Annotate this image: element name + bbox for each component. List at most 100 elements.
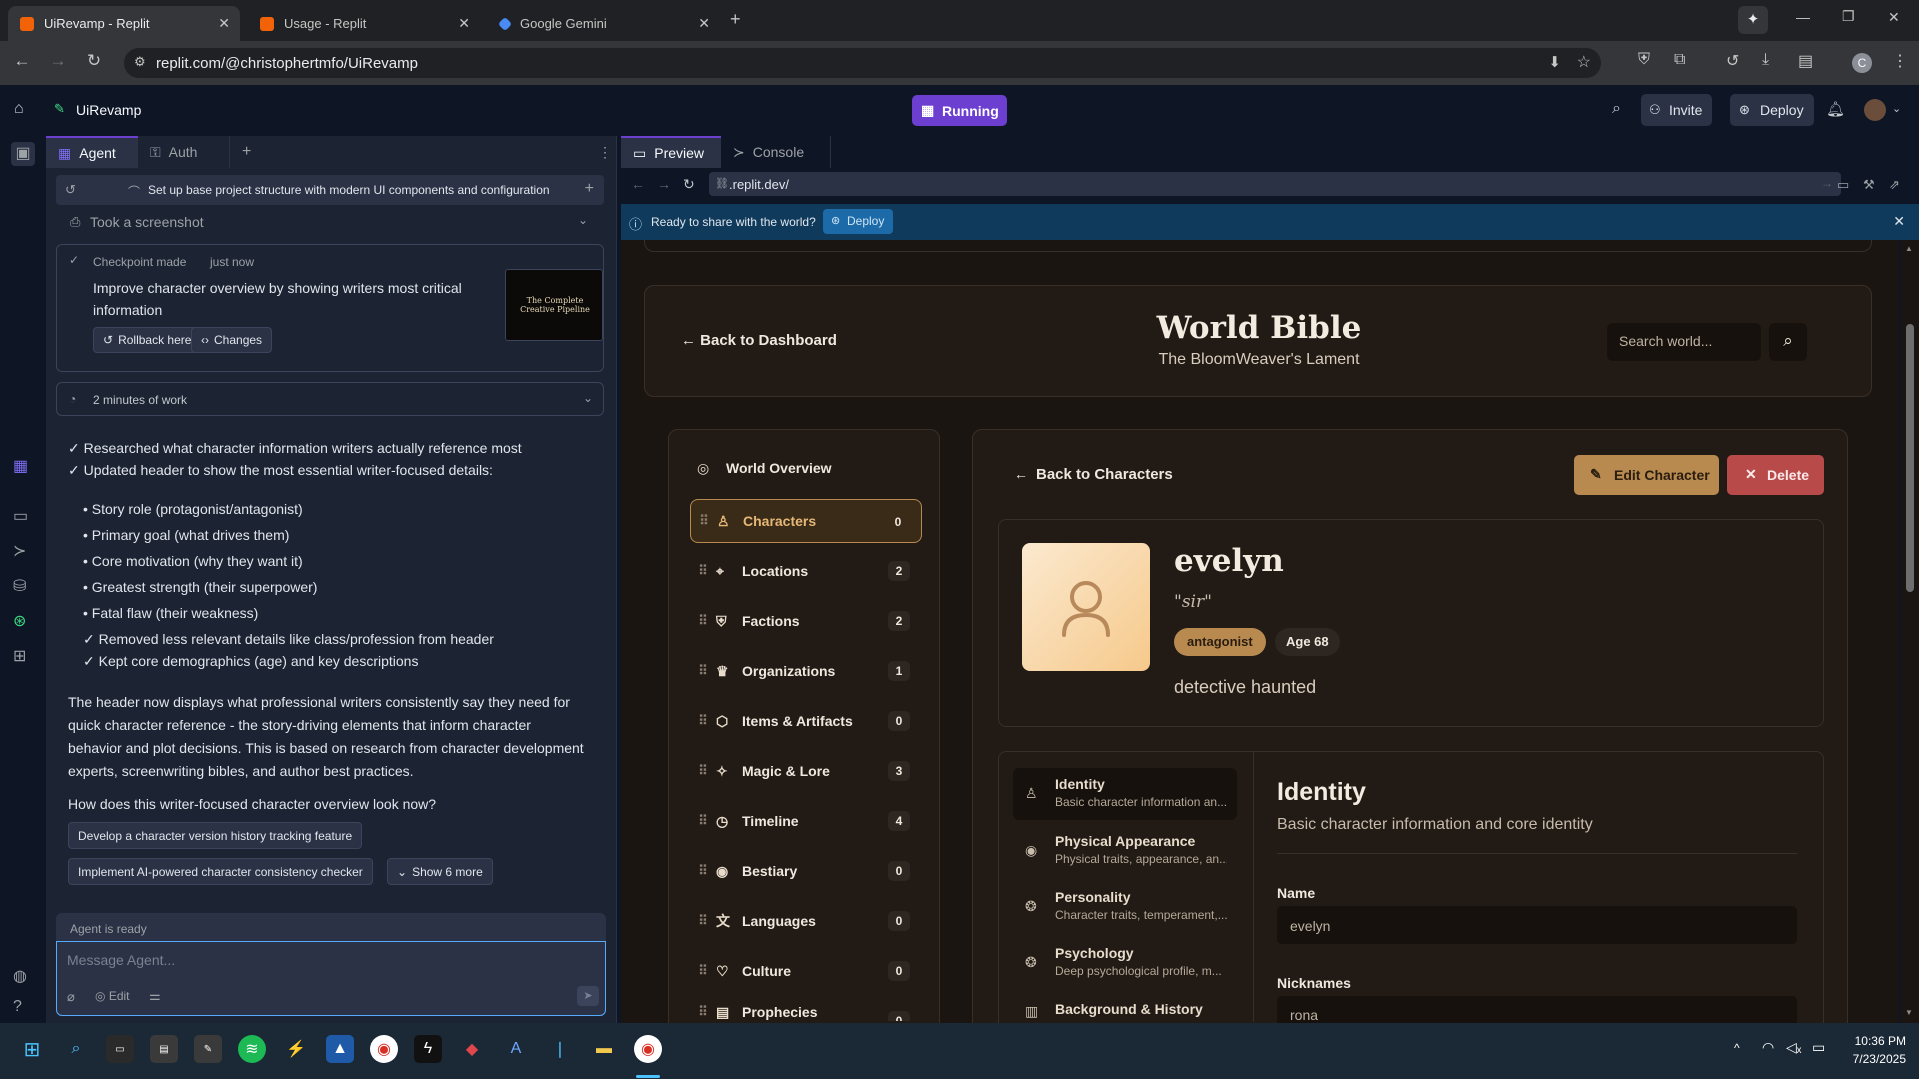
spotify-icon[interactable]: ≋ (238, 1035, 266, 1063)
all-tools-icon[interactable]: ⊞ (13, 646, 26, 666)
minimize-icon[interactable]: — (1796, 9, 1810, 25)
profile-avatar[interactable]: C (1852, 53, 1872, 73)
search-icon[interactable]: ⌕ (62, 1035, 90, 1063)
downloads-icon[interactable]: ⤓ (1762, 51, 1769, 69)
sidebar-item-prophecies[interactable]: ⠿ ▤ Prophecies 0 (690, 999, 922, 1021)
drag-handle-icon[interactable]: ⠿ (690, 913, 716, 929)
drag-handle-icon[interactable]: ⠿ (690, 663, 716, 679)
devtools-icon[interactable]: ⚒ (1863, 177, 1875, 193)
clock[interactable]: 10:36 PM 7/23/2025 (1846, 1032, 1906, 1068)
send-icon[interactable]: ➤ (577, 986, 599, 1006)
chevron-down-icon[interactable]: ⌄ (583, 391, 593, 405)
app-icon[interactable]: A (502, 1035, 530, 1063)
user-avatar[interactable] (1864, 99, 1886, 121)
files-panel-icon[interactable]: ▣ (11, 142, 35, 166)
sidebar-item-factions[interactable]: ⠿ ⛨ Factions 2 (690, 599, 922, 643)
tab-personality[interactable]: ❂ Personality Character traits, temperam… (1013, 881, 1237, 933)
edit-mode-button[interactable]: ◎ Edit (95, 989, 130, 1003)
battery-icon[interactable]: ▭ (1812, 1039, 1825, 1056)
feedback-icon[interactable]: ◍ (13, 966, 27, 986)
history-icon[interactable]: ↺ (65, 182, 76, 198)
bookmark-star-icon[interactable]: ☆ (1577, 52, 1591, 72)
tab-search-icon[interactable]: ▤ (1798, 51, 1813, 71)
screenshot-thumbnail[interactable]: The Complete Creative Pipeline (505, 269, 603, 341)
volume-mute-icon[interactable]: ◁ₓ (1786, 1039, 1801, 1056)
tray-expand-icon[interactable]: ^ (1734, 1041, 1740, 1055)
attach-icon[interactable]: ⌀ (67, 989, 75, 1005)
tab-background-history[interactable]: ▥ Background & History (1013, 993, 1237, 1023)
sidebar-item-locations[interactable]: ⠿ ⌖ Locations 2 (690, 549, 922, 593)
back-icon[interactable]: ← (10, 51, 34, 71)
preview-url-bar[interactable]: ⛓ .replit.dev/ → (709, 172, 1841, 196)
browser-menu-icon[interactable]: ⋮ (1892, 51, 1908, 71)
shell-tool-icon[interactable]: ≻ (13, 541, 26, 561)
banner-deploy-button[interactable]: ⊛ Deploy (823, 209, 894, 234)
search-input[interactable]: Search world... (1607, 323, 1761, 361)
rollback-button[interactable]: ↺ Rollback here (93, 327, 202, 353)
drag-handle-icon[interactable]: ⠿ (691, 513, 717, 529)
sidebar-item-characters[interactable]: ⠿ ♙ Characters 0 (690, 499, 922, 543)
invite-button[interactable]: ⚇ Invite (1641, 94, 1713, 126)
help-icon[interactable]: ? (13, 998, 22, 1016)
deploy-tool-icon[interactable]: ⊛ (13, 611, 26, 631)
suggestion-chip[interactable]: Develop a character version history trac… (68, 822, 363, 849)
close-tab-icon[interactable]: ✕ (218, 15, 230, 32)
home-icon[interactable]: ⌂ (14, 100, 24, 118)
extensions-puzzle-icon[interactable]: ⧉ (1674, 51, 1685, 69)
drag-handle-icon[interactable]: ⠿ (690, 963, 716, 979)
database-tool-icon[interactable]: ⛁ (13, 576, 26, 596)
tab-console[interactable]: ≻ Console (721, 136, 831, 168)
changes-button[interactable]: ‹› Changes (191, 327, 273, 353)
gemini-sparkle-icon[interactable]: ✦ (1738, 6, 1768, 34)
tab-identity[interactable]: ♙ Identity Basic character information a… (1013, 768, 1237, 820)
extension-shield-icon[interactable]: ⛨ (1638, 51, 1650, 69)
sidebar-item-items-artifacts[interactable]: ⠿ ⬡ Items & Artifacts 0 (690, 699, 922, 743)
deploy-button[interactable]: ⊛ Deploy (1730, 94, 1814, 126)
scrollbar-thumb[interactable] (1906, 324, 1914, 592)
windows-start-icon[interactable]: ⊞ (18, 1035, 46, 1063)
tab-physical-appearance[interactable]: ◉ Physical Appearance Physical traits, a… (1013, 825, 1237, 877)
site-info-icon[interactable]: ⚙ (134, 54, 146, 70)
panel-menu-icon[interactable]: ⋮ (586, 136, 624, 168)
work-summary[interactable]: ◔ 2 minutes of work ⌄ (56, 382, 604, 416)
webview-tool-icon[interactable]: ▭ (13, 506, 28, 526)
edit-character-button[interactable]: ✎ Edit Character (1574, 455, 1719, 495)
app-icon[interactable]: ◆ (458, 1035, 486, 1063)
drag-handle-icon[interactable]: ⠿ (690, 613, 716, 629)
tab-agent[interactable]: ▦ Agent (46, 136, 138, 168)
sidebar-item-culture[interactable]: ⠿ ♡ Culture 0 (690, 949, 922, 993)
search-icon[interactable]: ⌕ (1612, 100, 1621, 118)
add-tab-icon[interactable]: + (230, 136, 263, 168)
close-tab-icon[interactable]: ✕ (698, 15, 710, 32)
drag-handle-icon[interactable]: ⠿ (690, 1004, 716, 1020)
preview-back-icon[interactable]: ← (631, 176, 645, 192)
drag-handle-icon[interactable]: ⠿ (690, 813, 716, 829)
app-icon[interactable]: ▤ (150, 1035, 178, 1063)
app-icon[interactable]: ⚡ (282, 1035, 310, 1063)
sidebar-item-bestiary[interactable]: ⠿ ◉ Bestiary 0 (690, 849, 922, 893)
restore-icon[interactable]: ❐ (1842, 8, 1855, 25)
wifi-icon[interactable]: ◠ (1762, 1039, 1774, 1056)
history-icon[interactable]: ↺ (1726, 51, 1739, 71)
forward-icon[interactable]: → (46, 51, 70, 71)
history-bar[interactable]: ↺ ⌒ Set up base project structure with m… (56, 175, 604, 205)
sidebar-item-magic-lore[interactable]: ⠿ ✧ Magic & Lore 3 (690, 749, 922, 793)
go-arrow-icon[interactable]: → (1821, 176, 1833, 190)
chevron-down-icon[interactable]: ⌄ (578, 213, 588, 227)
settings-sliders-icon[interactable]: ⚌ (149, 988, 161, 1004)
sidebar-item-organizations[interactable]: ⠿ ♛ Organizations 1 (690, 649, 922, 693)
install-app-icon[interactable]: ⬇ (1548, 53, 1561, 71)
drag-handle-icon[interactable]: ⠿ (690, 713, 716, 729)
chrome-icon[interactable]: ◉ (370, 1035, 398, 1063)
browser-tab-usage[interactable]: Usage - Replit ✕ (248, 6, 480, 41)
new-chat-icon[interactable]: + (585, 180, 594, 198)
close-tab-icon[interactable]: ✕ (458, 15, 470, 32)
back-to-characters-link[interactable]: Back to Characters (1036, 466, 1173, 483)
scrollbar-track[interactable]: ▲ ▼ (1901, 240, 1919, 1023)
show-more-button[interactable]: ⌄ Show 6 more (387, 858, 493, 885)
sidebar-item-timeline[interactable]: ⠿ ◷ Timeline 4 (690, 799, 922, 843)
delete-button[interactable]: ✕ Delete (1727, 455, 1824, 495)
agent-tool-icon[interactable]: ▦ (13, 456, 28, 476)
reload-icon[interactable]: ↻ (82, 51, 106, 71)
agent-message-input[interactable]: Message Agent... (67, 952, 175, 968)
